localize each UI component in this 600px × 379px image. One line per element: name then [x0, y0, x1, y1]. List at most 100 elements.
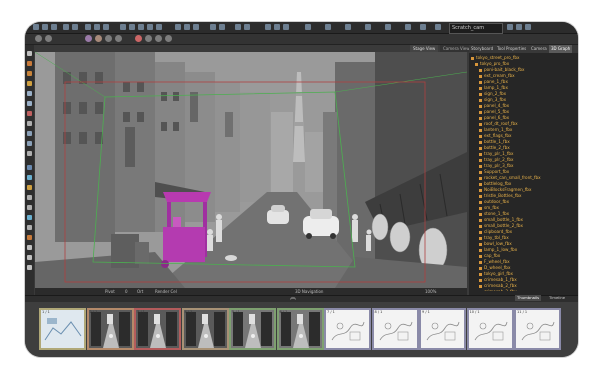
stop-icon[interactable]: [274, 24, 280, 30]
panel-thumbnail[interactable]: 11 / 1: [514, 308, 561, 350]
eyedropper-icon[interactable]: [27, 225, 32, 230]
onion-skin-icon[interactable]: [305, 24, 311, 30]
pencil-tool-icon[interactable]: [138, 24, 144, 30]
record-icon[interactable]: [135, 35, 142, 42]
panel-thumbnail[interactable]: 9 / 1: [419, 308, 466, 350]
tab-3d-graph[interactable]: 3D Graph: [549, 45, 573, 53]
select-icon[interactable]: [27, 51, 32, 56]
fill-tool-icon[interactable]: [156, 24, 162, 30]
more-tools-icon[interactable]: [27, 265, 32, 270]
deform-icon[interactable]: [27, 255, 32, 260]
text-icon[interactable]: [27, 121, 32, 126]
right-panel-tabs: Storyboard Tool Properties Camera 3D Gra…: [469, 45, 578, 53]
tab-tool-properties[interactable]: Tool Properties: [495, 45, 528, 53]
object-icon: [479, 164, 482, 168]
reset-icon[interactable]: [145, 35, 152, 42]
object-icon: [479, 74, 482, 78]
layer-delete-icon[interactable]: [219, 24, 225, 30]
light-icon[interactable]: [420, 24, 426, 30]
snap-icon[interactable]: [507, 24, 513, 30]
reposition-icon[interactable]: [27, 195, 32, 200]
panel-thumbnail[interactable]: 4 / 1: [181, 308, 229, 350]
brush-tool-icon[interactable]: [129, 24, 135, 30]
panel-thumbnail[interactable]: 8 / 1: [371, 308, 419, 350]
transform-icon[interactable]: [85, 35, 92, 42]
tab-thumbnails[interactable]: Thumbnails: [515, 295, 542, 301]
tab-camera[interactable]: Camera: [529, 45, 549, 53]
panel-thumbnail[interactable]: 2 / 1: [86, 308, 134, 350]
copy-icon[interactable]: [94, 24, 100, 30]
open-icon[interactable]: [42, 24, 48, 30]
paste-icon[interactable]: [103, 24, 109, 30]
tab-stage-view[interactable]: Stage View: [410, 45, 439, 52]
rotate-tool-icon[interactable]: [184, 24, 190, 30]
status-zero: 0: [125, 289, 128, 294]
status-pivot[interactable]: Pivot: [105, 288, 115, 295]
status-render[interactable]: Render Cel: [155, 288, 177, 295]
shape-icon[interactable]: [27, 101, 32, 106]
render-icon[interactable]: [385, 24, 391, 30]
color-icon[interactable]: [27, 235, 32, 240]
pencil-icon[interactable]: [27, 71, 32, 76]
status-ort[interactable]: Ort: [137, 288, 143, 295]
status-zoom[interactable]: 100%: [425, 288, 436, 295]
zoom-icon[interactable]: [27, 141, 32, 146]
new-icon[interactable]: [33, 24, 39, 30]
3d-object-icon[interactable]: [27, 175, 32, 180]
undo-icon[interactable]: [63, 24, 69, 30]
rotate-icon[interactable]: [27, 151, 32, 156]
collapse-chevron-icon[interactable]: ︽: [290, 295, 296, 301]
play-icon[interactable]: [265, 24, 271, 30]
thumbnails-strip: 1 / 1 2 / 1 3 / 1 4 / 1 5 / 1 6 / 1 7 / 1 8 / 1…: [25, 302, 578, 357]
camera-select[interactable]: Scratch_cam: [449, 23, 503, 34]
sound-icon[interactable]: [345, 24, 351, 30]
help-icon[interactable]: [525, 24, 531, 30]
zoom-out-icon[interactable]: [165, 35, 172, 42]
eraser-tool-icon[interactable]: [147, 24, 153, 30]
stage-viewport[interactable]: [35, 52, 467, 288]
line-icon[interactable]: [27, 91, 32, 96]
camera-icon[interactable]: [435, 24, 441, 30]
camera-tool-icon[interactable]: [175, 24, 181, 30]
tab-timeline[interactable]: Timeline: [547, 295, 567, 301]
view-3d-icon[interactable]: [405, 24, 411, 30]
panel-thumbnail[interactable]: 6 / 1: [276, 308, 324, 350]
object-icon: [479, 260, 482, 264]
tab-camera-view[interactable]: Camera View: [440, 45, 473, 52]
morph-icon[interactable]: [27, 245, 32, 250]
save-icon[interactable]: [51, 24, 57, 30]
panel-thumbnail[interactable]: 7 / 1: [324, 308, 371, 350]
light-tool-icon[interactable]: [27, 185, 32, 190]
panel-thumbnail[interactable]: 5 / 1: [229, 308, 276, 350]
loop-icon[interactable]: [283, 24, 289, 30]
align-icon[interactable]: [115, 35, 122, 42]
grid-icon[interactable]: [325, 24, 331, 30]
panel-thumbnail[interactable]: 3 / 1: [134, 308, 181, 350]
eraser-icon[interactable]: [27, 81, 32, 86]
panel-thumbnail[interactable]: 1 / 1: [39, 308, 86, 350]
brush-size-icon[interactable]: [45, 35, 52, 42]
brush-icon[interactable]: [27, 61, 32, 66]
export-icon[interactable]: [365, 24, 371, 30]
select-tool-icon[interactable]: [120, 24, 126, 30]
flip-icon[interactable]: [105, 35, 112, 42]
panel-delete-icon[interactable]: [244, 24, 250, 30]
panel-thumbnail[interactable]: 10 / 1: [466, 308, 514, 350]
paint-icon[interactable]: [27, 111, 32, 116]
zoom-in-icon[interactable]: [155, 35, 162, 42]
tree-item[interactable]: crimesab_3_fbx: [471, 289, 576, 291]
status-navigation[interactable]: 3D Navigation: [295, 288, 323, 295]
hand-icon[interactable]: [27, 131, 32, 136]
redo-icon[interactable]: [72, 24, 78, 30]
panel-add-icon[interactable]: [235, 24, 241, 30]
zoom-tool-icon[interactable]: [193, 24, 199, 30]
settings-icon[interactable]: [516, 24, 522, 30]
pivot-icon[interactable]: [27, 215, 32, 220]
cut-icon[interactable]: [85, 24, 91, 30]
color-swatch-icon[interactable]: [35, 35, 42, 42]
camera-move-icon[interactable]: [27, 165, 32, 170]
layer-add-icon[interactable]: [210, 24, 216, 30]
tab-storyboard[interactable]: Storyboard: [469, 45, 495, 53]
cutter-icon[interactable]: [27, 205, 32, 210]
perspective-icon[interactable]: [95, 35, 102, 42]
